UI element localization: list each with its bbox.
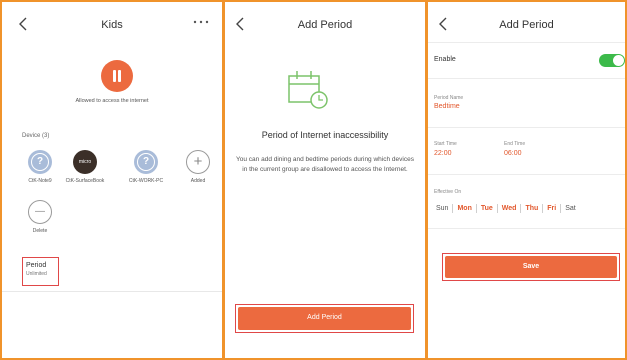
day-thu[interactable]: Thu [521,205,542,212]
page-title: Kids [101,19,123,31]
nav-bar: Add Period [225,2,425,46]
device-avatar-icon: ? [28,150,52,174]
divider [2,291,222,292]
divider [428,127,625,128]
plus-icon: + [186,150,210,174]
pause-button[interactable] [101,60,133,92]
access-status-text: Allowed to access the internet [75,98,149,104]
nav-bar: Add Period [428,2,625,46]
divider [428,228,625,229]
day-sat[interactable]: Sat [561,205,580,212]
group-detail-panel: Kids Allowed to access the internet Devi… [0,0,224,360]
device-name: CtK-WORK-PC [128,178,164,184]
nav-bar: Kids [2,2,222,46]
effective-on-label: Effective On [434,189,462,195]
device-section-label: Device (3) [22,133,50,139]
minus-icon: — [28,200,52,224]
end-time-field[interactable]: 06:00 [504,150,522,157]
end-time-label: End Time [504,141,526,147]
intro-description: You can add dining and bedtime periods d… [236,156,414,173]
divider [428,174,625,175]
device-item[interactable]: ? CtK-WORK-PC [126,150,166,184]
add-device-label: Added [190,178,206,184]
enable-toggle[interactable] [599,54,625,67]
weekday-selector: Sun Mon Tue Wed Thu Fri Sat [432,204,625,213]
add-period-intro-panel: Add Period Period of Internet inaccessib… [224,0,427,360]
device-avatar-icon: ? [134,150,158,174]
more-dots-icon[interactable] [192,16,210,28]
divider [428,42,625,43]
save-highlight: Save [442,253,620,281]
device-name: CtK-SurfaceBook [65,178,105,184]
divider [428,78,625,79]
page-title: Add Period [297,19,353,31]
add-period-button[interactable]: Add Period [238,307,411,330]
period-entry[interactable]: Period Unlimited [22,257,59,286]
calendar-clock-icon [288,71,328,109]
start-time-label: Start Time [434,141,457,147]
day-mon[interactable]: Mon [453,205,475,212]
save-button[interactable]: Save [445,256,617,278]
period-name-label: Period Name [434,95,464,101]
period-name-field[interactable]: Bedtime [434,103,460,110]
start-time-field[interactable]: 22:00 [434,150,452,157]
device-name: CtK-Note9 [28,178,52,184]
device-item[interactable]: ? CtK-Note9 [20,150,60,184]
page-title: Add Period [499,19,554,31]
day-wed[interactable]: Wed [498,205,521,212]
delete-label: Delete [32,228,48,234]
day-fri[interactable]: Fri [543,205,560,212]
period-title: Period [26,262,47,269]
intro-heading: Period of Internet inaccessibility [261,130,389,140]
period-value: Unlimited [26,271,47,277]
pause-icon [113,70,116,82]
add-device-button[interactable]: + Added [178,150,218,184]
device-avatar-icon: micro [73,150,97,174]
toggle-knob [613,55,624,66]
day-sun[interactable]: Sun [432,205,452,212]
add-period-highlight: Add Period [235,304,414,333]
device-item[interactable]: micro CtK-SurfaceBook [65,150,105,184]
add-period-form-panel: Add Period Enable Period Name Bedtime St… [427,0,627,360]
enable-label: Enable [434,56,456,63]
day-tue[interactable]: Tue [477,205,497,212]
delete-device-button[interactable]: — Delete [20,200,60,234]
